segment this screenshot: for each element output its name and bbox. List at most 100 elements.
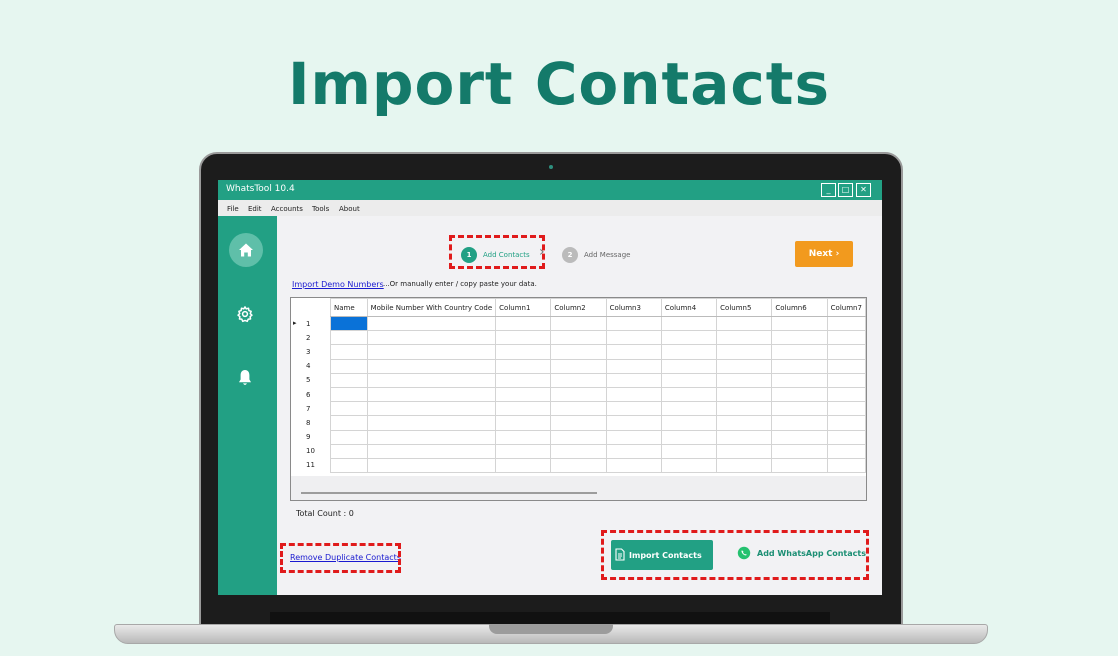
table-cell[interactable]	[329, 386, 368, 403]
table-cell[interactable]	[329, 429, 368, 445]
row-header[interactable]: 9	[291, 430, 330, 444]
table-cell[interactable]	[550, 415, 607, 431]
table-cell[interactable]	[495, 429, 552, 445]
table-cell[interactable]	[495, 401, 552, 417]
table-cell[interactable]	[716, 315, 773, 332]
table-cell[interactable]	[550, 330, 607, 346]
table-cell[interactable]	[716, 358, 773, 374]
table-cell[interactable]	[495, 344, 552, 360]
horizontal-scrollbar[interactable]	[301, 492, 597, 494]
table-cell[interactable]	[716, 415, 773, 431]
table-cell[interactable]	[605, 372, 662, 388]
table-cell[interactable]	[366, 315, 497, 332]
row-header[interactable]: ▸ 1	[291, 317, 330, 331]
table-cell[interactable]	[771, 386, 828, 403]
table-cell[interactable]	[826, 401, 866, 417]
menu-accounts[interactable]: Accounts	[271, 205, 303, 213]
table-cell[interactable]	[366, 330, 497, 346]
menu-edit[interactable]: Edit	[248, 205, 262, 213]
table-row[interactable]: 7	[291, 401, 866, 417]
table-cell[interactable]	[605, 429, 662, 445]
import-demo-numbers-link[interactable]: Import Demo Numbers	[292, 280, 384, 289]
table-cell[interactable]	[605, 401, 662, 417]
table-cell[interactable]	[660, 429, 718, 445]
table-cell[interactable]	[826, 344, 866, 360]
column-header[interactable]: Column7	[826, 298, 866, 317]
table-cell[interactable]	[495, 415, 552, 431]
table-cell[interactable]	[605, 330, 662, 346]
table-cell[interactable]	[605, 315, 662, 332]
table-cell[interactable]	[771, 372, 828, 388]
table-cell[interactable]	[329, 401, 368, 417]
close-button[interactable]: ✕	[856, 183, 871, 197]
column-header[interactable]: Column1	[495, 298, 552, 317]
minimize-button[interactable]: _	[821, 183, 836, 197]
row-header[interactable]: 8	[291, 416, 330, 430]
table-cell[interactable]	[826, 415, 866, 431]
column-header[interactable]: Column3	[605, 298, 662, 317]
table-cell[interactable]	[660, 415, 718, 431]
table-cell[interactable]	[366, 415, 497, 431]
table-cell[interactable]	[771, 429, 828, 445]
table-cell[interactable]	[495, 457, 552, 474]
table-cell[interactable]	[660, 330, 718, 346]
table-cell[interactable]	[550, 457, 607, 474]
table-cell[interactable]	[660, 315, 718, 332]
table-cell[interactable]	[826, 443, 866, 459]
row-header[interactable]: 11	[291, 458, 330, 472]
table-cell[interactable]	[550, 429, 607, 445]
column-header[interactable]: Column6	[771, 298, 828, 317]
table-cell[interactable]	[716, 330, 773, 346]
maximize-button[interactable]: □	[838, 183, 853, 197]
table-cell[interactable]	[550, 443, 607, 459]
table-cell[interactable]	[495, 315, 552, 332]
table-row[interactable]: 4	[291, 358, 866, 374]
table-cell[interactable]	[605, 344, 662, 360]
table-cell[interactable]	[495, 372, 552, 388]
row-header[interactable]: 6	[291, 387, 330, 401]
table-row[interactable]: 9	[291, 429, 866, 445]
table-cell[interactable]	[660, 358, 718, 374]
table-cell[interactable]	[495, 386, 552, 403]
gear-icon[interactable]	[236, 305, 254, 323]
table-cell[interactable]	[771, 401, 828, 417]
column-header[interactable]: Name	[329, 298, 368, 317]
column-header[interactable]: Column2	[550, 298, 607, 317]
table-cell[interactable]	[366, 457, 497, 474]
table-cell[interactable]	[329, 372, 368, 388]
table-cell[interactable]	[366, 401, 497, 417]
table-cell[interactable]	[660, 386, 718, 403]
step-2-label[interactable]: Add Message	[584, 251, 630, 259]
table-row[interactable]: 8	[291, 415, 866, 431]
table-cell[interactable]	[605, 457, 662, 474]
table-cell[interactable]	[550, 372, 607, 388]
table-cell[interactable]	[716, 372, 773, 388]
table-cell[interactable]	[660, 344, 718, 360]
menu-about[interactable]: About	[339, 205, 360, 213]
table-cell[interactable]	[771, 315, 828, 332]
table-cell[interactable]	[329, 415, 368, 431]
table-cell[interactable]	[826, 315, 866, 332]
table-row[interactable]: 2	[291, 330, 866, 346]
table-row[interactable]: 5	[291, 372, 866, 388]
table-row[interactable]: 6	[291, 386, 866, 403]
table-cell[interactable]	[495, 330, 552, 346]
table-cell[interactable]	[550, 386, 607, 403]
row-header[interactable]: 3	[291, 345, 330, 359]
sidebar-item-home[interactable]	[229, 233, 263, 267]
table-cell[interactable]	[771, 443, 828, 459]
table-cell[interactable]	[660, 457, 718, 474]
table-cell[interactable]	[716, 401, 773, 417]
table-cell[interactable]	[771, 415, 828, 431]
table-cell[interactable]	[550, 358, 607, 374]
bell-icon[interactable]	[238, 369, 252, 387]
row-header[interactable]: 5	[291, 373, 330, 387]
table-cell[interactable]	[771, 344, 828, 360]
row-header[interactable]: 7	[291, 402, 330, 416]
table-cell[interactable]	[605, 415, 662, 431]
table-row[interactable]: 3	[291, 344, 866, 360]
table-cell[interactable]	[716, 443, 773, 459]
table-cell[interactable]	[329, 330, 368, 346]
table-cell[interactable]	[366, 358, 497, 374]
table-cell[interactable]	[826, 429, 866, 445]
